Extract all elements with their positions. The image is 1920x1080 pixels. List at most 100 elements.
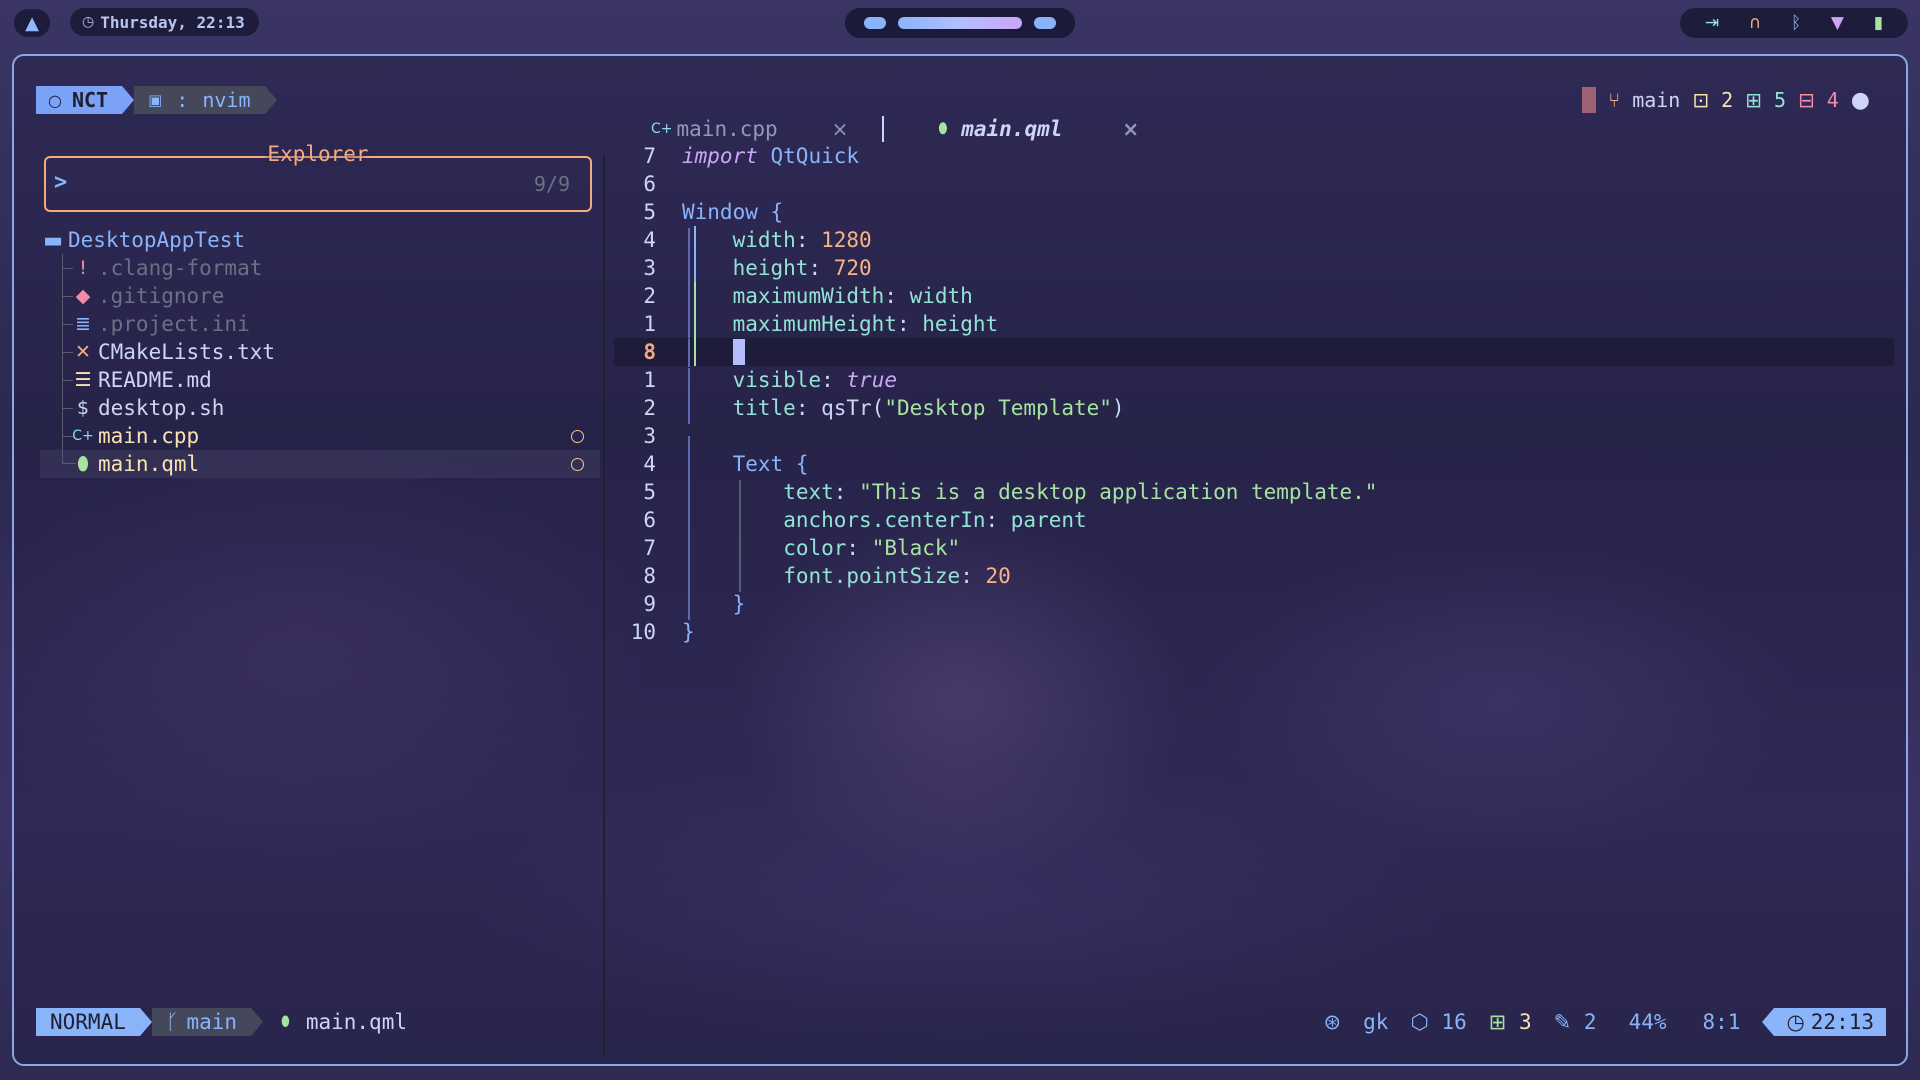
tab-label: main.qml (961, 117, 1063, 141)
tab-separator (882, 116, 885, 142)
line-number: 8 (643, 340, 656, 364)
headphones-icon[interactable]: ∩ (1749, 13, 1761, 33)
code-content: } (732, 592, 746, 616)
code-content: } (682, 620, 695, 644)
changed-icon: ⊡ (1692, 88, 1710, 112)
process-segment: ▣ : nvim (134, 86, 265, 114)
tab-main-qml[interactable]: ⬮ main.qml × (938, 117, 1139, 141)
git-changed: 2 (1721, 88, 1734, 112)
tree-item[interactable]: ☰ README.md (40, 366, 600, 394)
wifi-icon[interactable]: ▼ (1831, 13, 1844, 33)
github-icon[interactable]: ● (1851, 88, 1870, 113)
tree-item[interactable]: C+ main.cpp (40, 422, 600, 450)
status-file-label: main.qml (305, 1010, 407, 1034)
code-line[interactable]: 6 anchors.centerIn: parent (614, 506, 1894, 536)
tree-item[interactable]: ✕ CMakeLists.txt (40, 338, 600, 366)
file-tree: ▬ DesktopAppTest ! .clang-format ◆ .gitigno… (40, 226, 600, 478)
statusline-right: ⊛ gk ⬡ 16 ⊞ 3 ✎ 2 44% 8:1 ◷ 22:13 (1324, 1008, 1886, 1036)
status-clock: ◷ 22:13 (1774, 1008, 1886, 1036)
tree-item[interactable]: ⬮ main.qml (40, 450, 600, 478)
clock-widget[interactable]: ◷ Thursday, 22:13 (70, 8, 259, 36)
powerline-arrow (1762, 1008, 1775, 1036)
bluetooth-icon[interactable]: ᛒ (1791, 13, 1801, 33)
code-line[interactable]: 5 text: "This is a desktop application te… (614, 478, 1894, 508)
close-icon[interactable]: × (1122, 117, 1139, 141)
text-cursor (732, 339, 745, 365)
copilot-icon[interactable]: ⊛ (1324, 1010, 1342, 1034)
tree-root[interactable]: ▬ DesktopAppTest (40, 226, 600, 254)
indent-guide (688, 480, 690, 508)
status-packages: ⬡ 16 (1410, 1010, 1466, 1034)
code-content: title: qsTr("Desktop Template") (732, 396, 1125, 420)
indent-guide (738, 508, 741, 536)
tab-main-cpp[interactable]: C+ main.cpp × (651, 117, 848, 141)
code-line[interactable]: 8 (614, 338, 1894, 367)
tree-guide (62, 254, 76, 282)
tree-item[interactable]: ≣ .project.ini (40, 310, 600, 338)
code-text: maximumWidth: width (682, 284, 973, 312)
code-line[interactable]: 2 maximumWidth: width (614, 282, 1894, 312)
workspace-1[interactable] (864, 17, 886, 29)
code-text: color: "Black" (682, 536, 960, 564)
line-number: 3 (643, 256, 656, 280)
system-tray: ⇥ ∩ ᛒ ▼ ▮ (1680, 8, 1908, 38)
code-line[interactable]: 6 (614, 170, 1894, 198)
code-editor[interactable]: 7 import QtQuick 6 5 Window {4 width: 1280 3 he… (614, 142, 1894, 646)
tree-item-label: .gitignore (98, 284, 225, 308)
code-line[interactable]: 3 (614, 422, 1894, 464)
status-branch-label: main (186, 1010, 238, 1034)
code-text: Window { (682, 200, 783, 224)
process-label: nvim (202, 88, 251, 112)
explorer-search[interactable]: Explorer > 9/9 (44, 142, 592, 212)
tree-item[interactable]: ◆ .gitignore (40, 282, 600, 310)
added-icon: ⊞ (1745, 88, 1762, 112)
tree-guide (62, 338, 76, 366)
code-text: text: "This is a desktop application tem… (682, 480, 1377, 508)
host-label: NCT (71, 88, 109, 112)
tree-item[interactable]: ! .clang-format (40, 254, 600, 282)
code-line[interactable]: 7 color: "Black" (614, 534, 1894, 564)
tree-item-label: CMakeLists.txt (98, 340, 276, 364)
code-line[interactable]: 4 width: 1280 (614, 226, 1894, 256)
code-line[interactable]: 7 import QtQuick (614, 142, 1894, 170)
host-segment: ○ NCT (36, 86, 123, 114)
window-split[interactable] (603, 154, 605, 1056)
code-line[interactable]: 8 font.pointSize: 20 (614, 562, 1894, 592)
code-line[interactable]: 5 Window { (614, 198, 1894, 226)
code-line[interactable]: 2 title: qsTr("Desktop Template") (614, 394, 1894, 424)
git-bar (1582, 87, 1597, 113)
tree-item-label: desktop.sh (98, 396, 225, 420)
line-number: 7 (643, 144, 656, 168)
battery-icon[interactable]: ▮ (1874, 13, 1883, 33)
tree-item-label: README.md (98, 368, 212, 392)
tree-guide (62, 422, 76, 450)
code-line[interactable]: 4 Text { (614, 450, 1894, 480)
tree-item-label: .clang-format (98, 256, 263, 280)
git-branch-icon: ᚴ (165, 1010, 179, 1034)
line-number: 10 (630, 620, 656, 644)
code-line[interactable]: 1 maximumHeight: height (614, 310, 1894, 340)
arch-logo-icon[interactable]: ▲ (14, 9, 50, 37)
separator: : (176, 88, 189, 112)
clock-icon: ◷ (82, 14, 95, 30)
close-icon[interactable]: × (832, 117, 849, 141)
logout-icon[interactable]: ⇥ (1705, 13, 1719, 33)
git-added: 5 (1773, 88, 1786, 112)
status-modified: ✎ 2 (1554, 1010, 1597, 1034)
line-number: 2 (643, 396, 656, 420)
tree-guide (62, 394, 76, 422)
indent-guide (688, 452, 690, 480)
tree-item-label: .project.ini (98, 312, 250, 336)
code-line[interactable]: 1 visible: true (614, 366, 1894, 396)
workspace-3[interactable] (1034, 17, 1056, 29)
indent-guide (688, 312, 690, 340)
code-line[interactable]: 9} (614, 590, 1894, 620)
code-line[interactable]: 10} (614, 618, 1894, 646)
workspace-active[interactable] (898, 17, 1022, 29)
tree-item[interactable]: $ desktop.sh (40, 394, 600, 422)
cpp-icon: C+ (651, 121, 673, 137)
folder-icon: ▬ (43, 228, 63, 252)
status-file: ⬮ main.qml (263, 1010, 407, 1034)
code-text: maximumHeight: height (682, 312, 998, 340)
code-line[interactable]: 3 height: 720 (614, 254, 1894, 284)
